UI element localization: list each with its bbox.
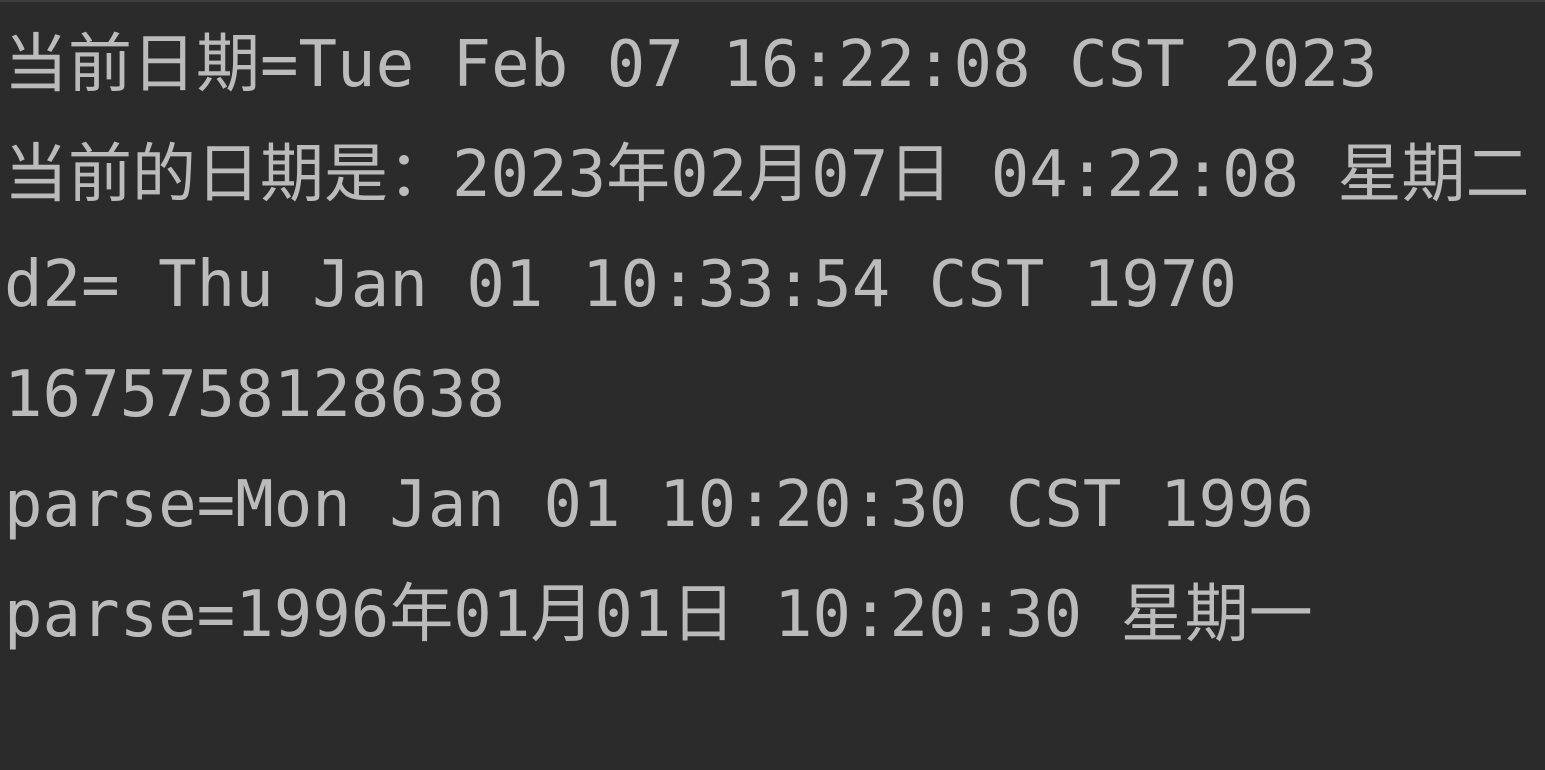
- console-output: 当前日期=Tue Feb 07 16:22:08 CST 2023 当前的日期是…: [4, 10, 1530, 670]
- console-line: 当前日期=Tue Feb 07 16:22:08 CST 2023: [4, 28, 1378, 102]
- console-line: d2= Thu Jan 01 10:33:54 CST 1970: [4, 248, 1237, 322]
- console-line: 当前的日期是：2023年02月07日 04:22:08 星期二: [4, 138, 1530, 212]
- console-line: 1675758128638: [4, 358, 505, 432]
- console-line: parse=Mon Jan 01 10:20:30 CST 1996: [4, 468, 1315, 542]
- console-line: parse=1996年01月01日 10:20:30 星期一: [4, 578, 1313, 652]
